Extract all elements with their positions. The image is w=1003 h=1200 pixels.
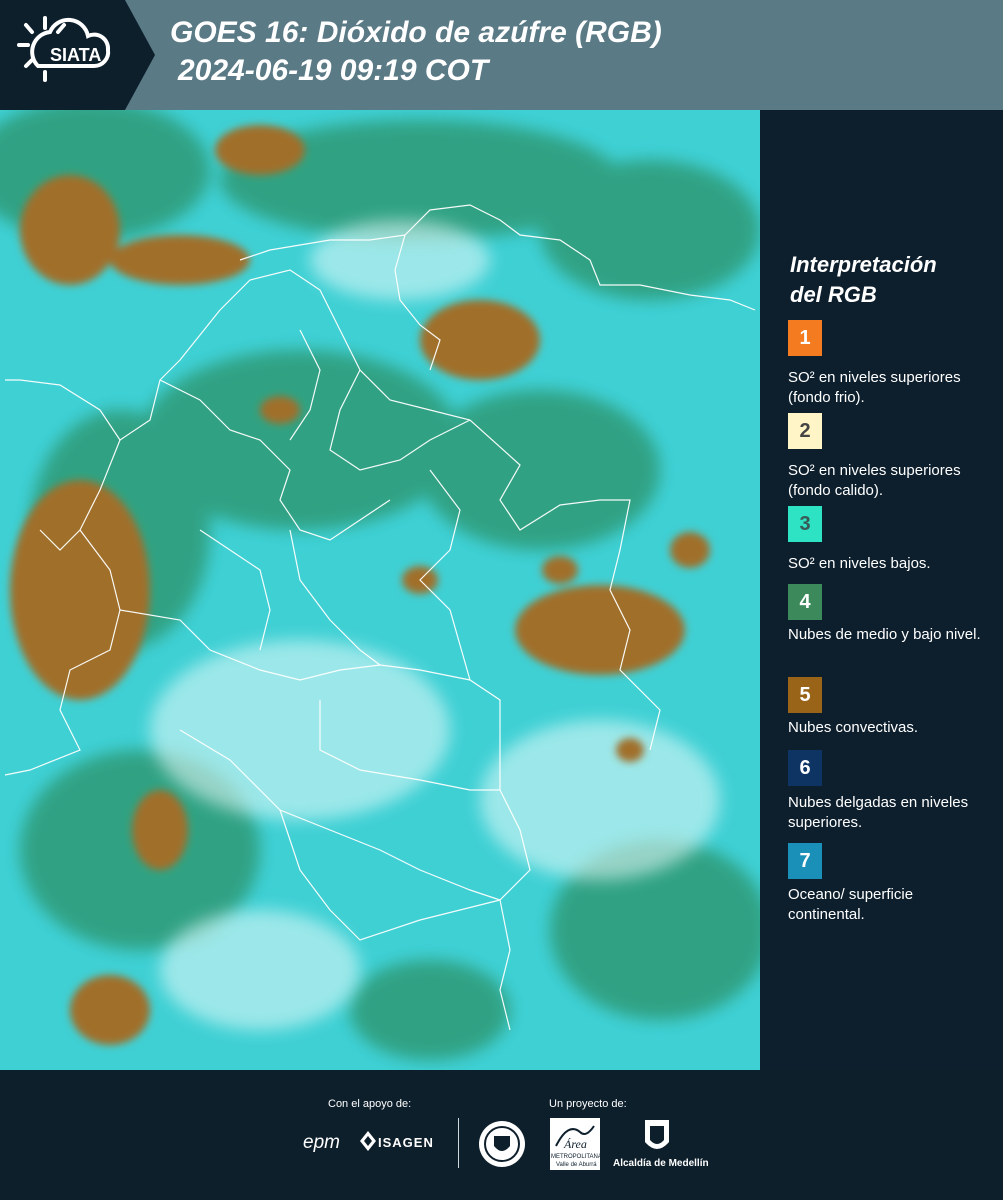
area-metropolitana-line-1: METROPOLITANA (551, 1154, 602, 1160)
legend-panel: Interpretación del RGB 1 SO² en niveles s… (760, 110, 1003, 1070)
medellin-seal-icon (478, 1120, 526, 1168)
title-line-2: 2024-06-19 09:19 COT (178, 54, 489, 87)
legend-number: 6 (799, 756, 811, 779)
legend-number: 7 (799, 849, 811, 872)
satellite-image (0, 110, 760, 1070)
legend-text-3: SO² en niveles bajos. (788, 555, 931, 572)
header-bar: SIATA GOES 16: Dióxido de azúfre (RGB) 2… (0, 0, 1003, 110)
legend-text-6: Nubes delgadas en niveles superiores. (788, 794, 969, 831)
legend-title: Interpretación del RGB (790, 250, 990, 310)
legend-text-4: Nubes de medio y bajo nivel. (788, 626, 981, 643)
legend-text-5: Nubes convectivas. (788, 719, 919, 736)
legend-swatch-1: 1 (788, 320, 822, 356)
legend-swatch-6: 6 (788, 750, 822, 786)
legend-swatch-5: 5 (788, 677, 822, 713)
svg-text:Área: Área (563, 1137, 587, 1151)
area-metropolitana-line-2: Valle de Aburrá (556, 1162, 597, 1168)
legend-swatch-2: 2 (788, 413, 822, 449)
legend-text-1: SO² en niveles superiores (fondo frio). (788, 369, 961, 406)
page-title: GOES 16: Dióxido de azúfre (RGB) 2024-06… (170, 14, 662, 90)
support-label: Con el apoyo de: (328, 1098, 412, 1110)
isagen-logo: ISAGEN (378, 1135, 434, 1150)
legend-number: 3 (799, 512, 811, 535)
legend-number: 2 (799, 419, 811, 442)
legend-title-line-1: Interpretación (790, 252, 937, 277)
epm-logo: epm (303, 1132, 340, 1153)
legend-swatch-7: 7 (788, 843, 822, 879)
siata-logo-text: SIATA (50, 45, 102, 65)
footer: Con el apoyo de: Un proyecto de: epm ISA… (0, 1070, 1003, 1200)
alcaldia-medellin-logo: Alcaldía de Medellín (613, 1158, 709, 1169)
isagen-mark-icon (360, 1131, 376, 1151)
project-label: Un proyecto de: (549, 1098, 627, 1110)
legend-text-7: Oceano/ superficie continental. (788, 886, 914, 923)
satellite-map[interactable] (0, 110, 760, 1070)
siata-logo: SIATA (0, 0, 155, 110)
legend-text-2: SO² en niveles superiores (fondo calido)… (788, 462, 961, 499)
legend-number: 4 (799, 590, 811, 613)
legend-number: 1 (799, 326, 811, 349)
legend-number: 5 (799, 683, 811, 706)
legend-swatch-4: 4 (788, 584, 822, 620)
footer-divider (458, 1118, 459, 1168)
title-line-1: GOES 16: Dióxido de azúfre (RGB) (170, 16, 662, 49)
area-metropolitana-logo: Área METROPOLITANA Valle de Aburrá (550, 1118, 602, 1170)
legend-swatch-3: 3 (788, 506, 822, 542)
alcaldia-shield-icon (643, 1118, 671, 1156)
legend-title-line-2: del RGB (790, 282, 877, 307)
